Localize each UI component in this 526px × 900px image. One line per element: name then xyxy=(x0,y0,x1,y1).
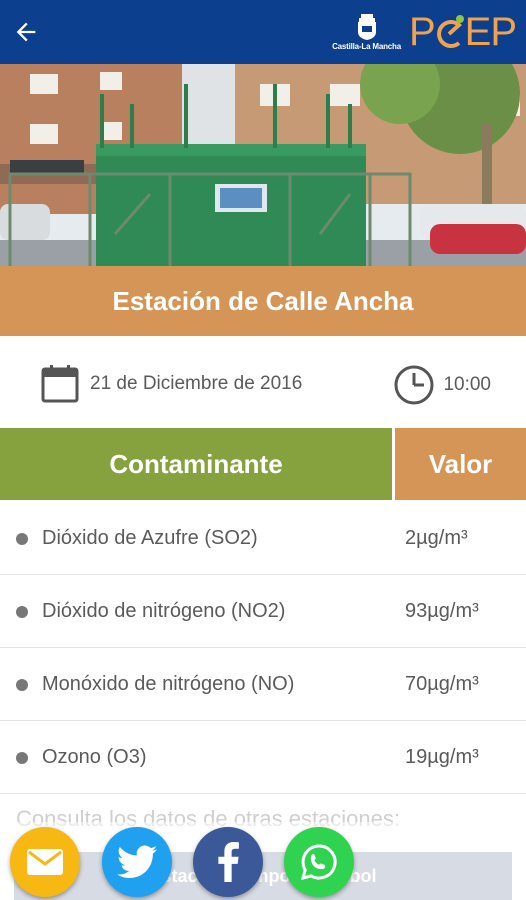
app-bar: Castilla-La Mancha P EP xyxy=(0,0,526,64)
pollutant-name: Ozono (O3) xyxy=(42,746,147,768)
monitoring-station-photo xyxy=(0,64,526,270)
peep-logo: P EP xyxy=(408,10,517,54)
station-title: Estación de Calle Ancha xyxy=(112,285,414,316)
table-row: Monóxido de nitrógeno (NO) 70µg/m³ xyxy=(0,648,526,721)
coat-of-arms-icon xyxy=(357,13,376,40)
table-row: Dióxido de nitrógeno (NO2) 93µg/m³ xyxy=(0,575,526,648)
twitter-icon xyxy=(117,845,157,878)
share-twitter-button[interactable] xyxy=(102,827,172,897)
bullet-icon xyxy=(16,533,28,545)
bullet-icon xyxy=(16,752,28,764)
pollutant-table: Dióxido de Azufre (SO2) 2µg/m³ Dióxido d… xyxy=(0,502,526,794)
facebook-icon xyxy=(218,842,239,882)
clock-icon xyxy=(394,365,434,405)
bullet-icon xyxy=(16,679,28,691)
station-title-bar: Estación de Calle Ancha xyxy=(0,266,526,336)
time-label: 10:00 xyxy=(443,374,491,395)
share-whatsapp-button[interactable] xyxy=(284,827,354,897)
measurement-datetime: 21 de Diciembre de 2016 10:00 xyxy=(0,350,526,420)
date-label: 21 de Diciembre de 2016 xyxy=(90,373,303,394)
bullet-icon xyxy=(16,606,28,618)
calendar-icon xyxy=(41,365,79,403)
jccm-logo: Castilla-La Mancha xyxy=(332,13,401,51)
brand-logos: Castilla-La Mancha P EP xyxy=(332,8,517,56)
arrow-left-icon[interactable] xyxy=(12,18,40,46)
pollutant-value: 19µg/m³ xyxy=(405,746,479,768)
date-info: 21 de Diciembre de 2016 xyxy=(40,364,302,404)
time-info: 10:00 xyxy=(393,364,491,406)
pollutant-value: 2µg/m³ xyxy=(405,527,468,549)
share-facebook-button[interactable] xyxy=(193,827,263,897)
share-mail-button[interactable] xyxy=(10,827,80,897)
table-row: Dióxido de Azufre (SO2) 2µg/m³ xyxy=(0,502,526,575)
back-button[interactable] xyxy=(6,12,46,52)
brand-region-label: Castilla-La Mancha xyxy=(332,41,401,51)
pollutant-column-header: Contaminante xyxy=(0,428,392,500)
value-header-label: Valor xyxy=(428,448,493,479)
mail-icon xyxy=(27,849,63,875)
pollutant-name: Dióxido de Azufre (SO2) xyxy=(42,527,258,549)
pollutant-value: 70µg/m³ xyxy=(405,673,479,695)
table-row: Ozono (O3) 19µg/m³ xyxy=(0,721,526,794)
other-station-button[interactable]: Estación Campo de Fútbol xyxy=(14,852,512,900)
overlay-strip xyxy=(0,822,526,852)
value-column-header: Valor xyxy=(395,428,526,500)
pollutant-table-header: Contaminante Valor xyxy=(0,428,526,500)
pollutant-name: Dióxido de nitrógeno (NO2) xyxy=(42,600,286,622)
pollutant-name: Monóxido de nitrógeno (NO) xyxy=(42,673,295,695)
pollutant-header-label: Contaminante xyxy=(109,448,283,479)
whatsapp-icon xyxy=(300,844,337,881)
pollutant-value: 93µg/m³ xyxy=(405,600,479,622)
